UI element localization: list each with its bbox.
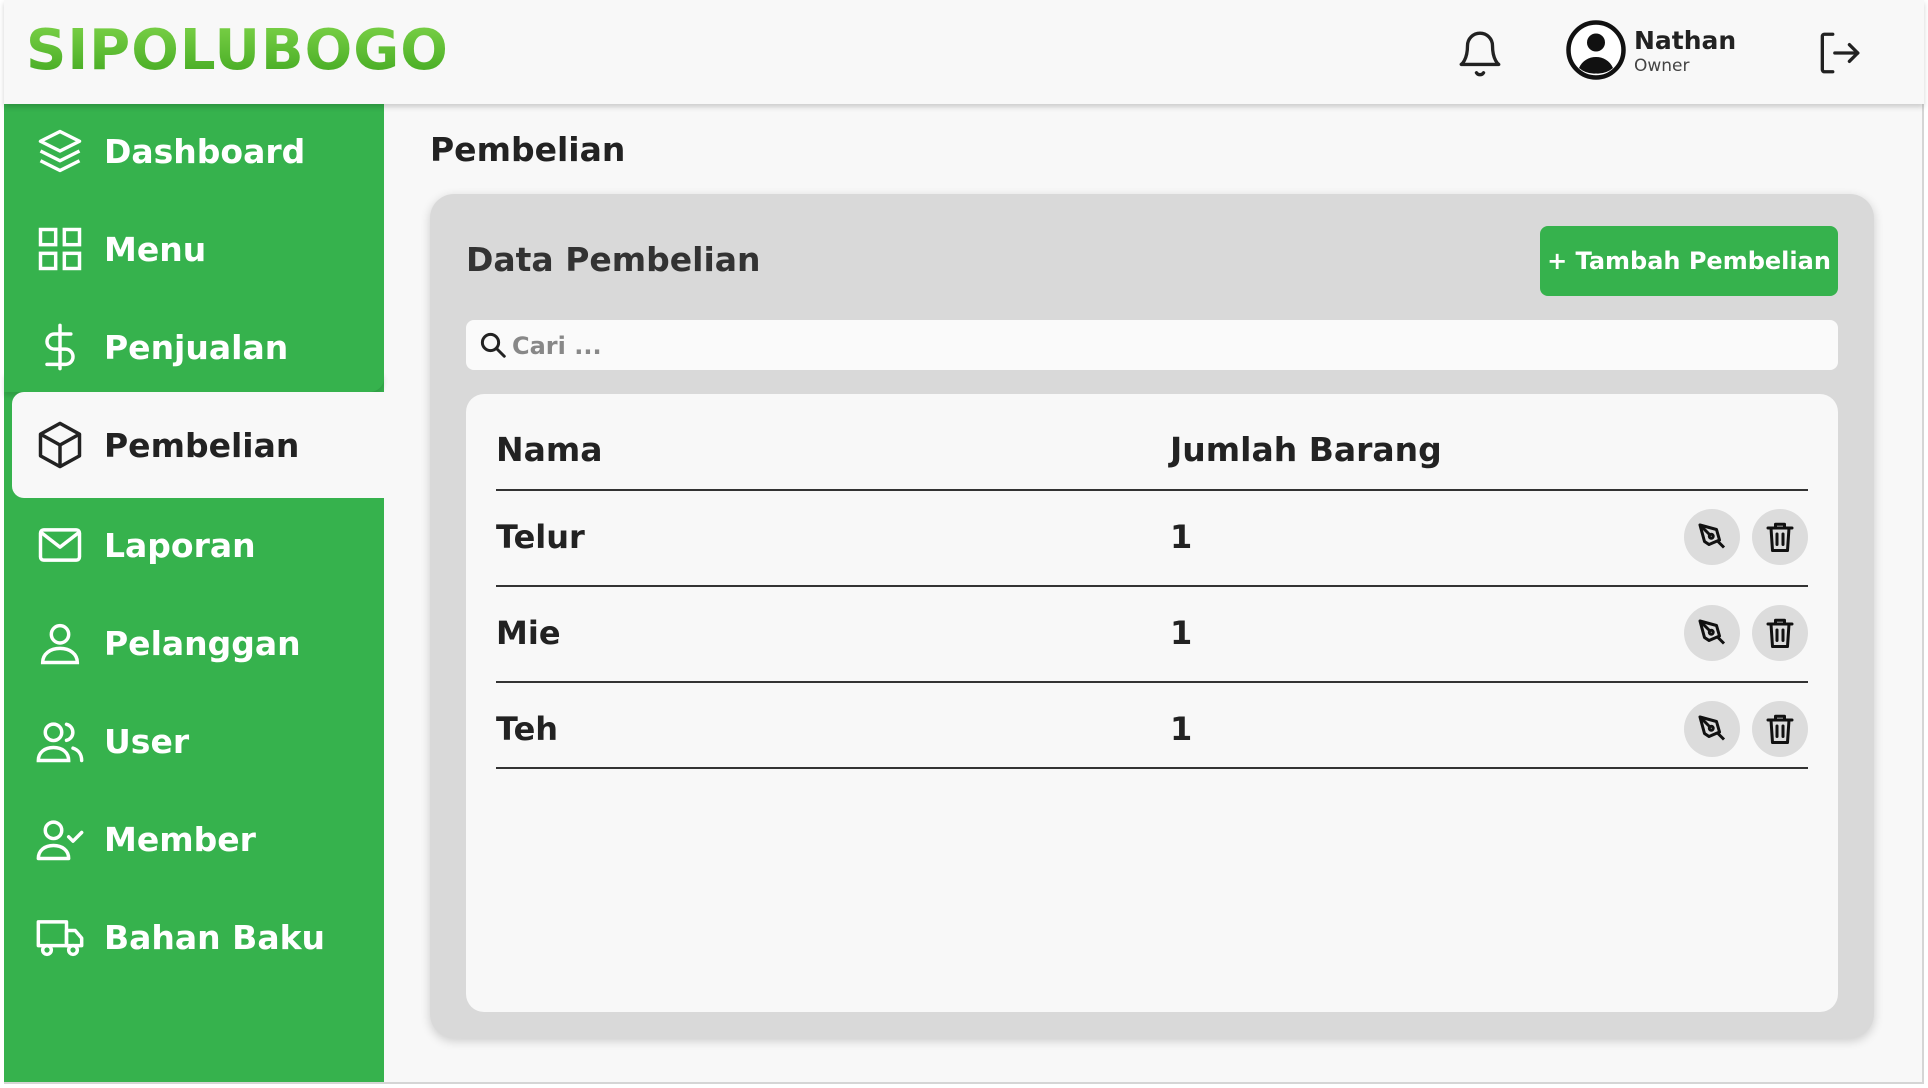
sidebar-item-user[interactable]: User xyxy=(0,692,380,790)
sidebar-item-menu[interactable]: Menu xyxy=(0,200,380,298)
column-header-nama: Nama xyxy=(496,430,603,469)
users-icon xyxy=(36,722,84,763)
pen-tool-icon xyxy=(1698,715,1726,741)
cell-jumlah: 1 xyxy=(1170,518,1193,556)
delete-button[interactable] xyxy=(1752,605,1808,661)
table-row: Mie 1 xyxy=(466,587,1838,679)
sidebar-item-pelanggan[interactable]: Pelanggan xyxy=(0,594,380,692)
edit-button[interactable] xyxy=(1684,509,1740,565)
sidebar-item-dashboard[interactable]: Dashboard xyxy=(0,102,380,200)
truck-icon xyxy=(36,920,84,957)
dollar-icon xyxy=(45,323,75,371)
table-row: Telur 1 xyxy=(466,491,1838,583)
table-row: Teh 1 xyxy=(466,683,1838,775)
purchase-table: Nama Jumlah Barang Telur 1 Mie 1 Teh 1 xyxy=(466,394,1838,1012)
mail-icon xyxy=(38,528,82,562)
sidebar-item-label: Bahan Baku xyxy=(104,917,326,957)
sidebar-item-label: Pelanggan xyxy=(104,623,301,663)
cell-nama: Mie xyxy=(496,614,561,652)
cell-jumlah: 1 xyxy=(1170,614,1193,652)
box-icon xyxy=(38,421,82,469)
sidebar-item-label: Pembelian xyxy=(104,425,300,465)
user-role: Owner xyxy=(1634,56,1690,76)
sidebar-item-label: Member xyxy=(104,819,256,859)
search-icon xyxy=(480,332,506,358)
sidebar-item-penjualan[interactable]: Penjualan xyxy=(0,298,380,396)
cell-nama: Telur xyxy=(496,518,585,556)
sidebar-item-member[interactable]: Member xyxy=(0,790,380,888)
cell-nama: Teh xyxy=(496,710,559,748)
sidebar-item-pembelian[interactable]: Pembelian xyxy=(12,392,384,498)
trash-icon xyxy=(1766,522,1794,552)
pen-tool-icon xyxy=(1698,619,1726,645)
data-card: Data Pembelian + Tambah Pembelian Nama J… xyxy=(430,194,1874,1038)
delete-button[interactable] xyxy=(1752,509,1808,565)
column-header-jumlah-barang: Jumlah Barang xyxy=(1170,430,1442,469)
sidebar-item-laporan[interactable]: Laporan xyxy=(0,496,380,594)
trash-icon xyxy=(1766,618,1794,648)
user-check-icon xyxy=(36,820,84,861)
cell-jumlah: 1 xyxy=(1170,710,1193,748)
search-bar xyxy=(466,320,1838,370)
delete-button[interactable] xyxy=(1752,701,1808,757)
sidebar-item-label: Menu xyxy=(104,229,207,269)
sidebar-item-bahan-baku[interactable]: Bahan Baku xyxy=(0,888,380,986)
row-divider xyxy=(496,767,1808,769)
bell-icon[interactable] xyxy=(1455,28,1505,80)
sidebar-item-label: Penjualan xyxy=(104,327,289,367)
trash-icon xyxy=(1766,714,1794,744)
grid-icon xyxy=(38,227,82,271)
sidebar-item-label: Dashboard xyxy=(104,131,306,171)
add-purchase-button[interactable]: + Tambah Pembelian xyxy=(1540,226,1838,296)
sidebar-item-label: User xyxy=(104,721,190,761)
user-icon xyxy=(40,623,80,665)
user-avatar-icon[interactable] xyxy=(1566,20,1626,80)
layers-icon xyxy=(38,129,82,173)
edit-button[interactable] xyxy=(1684,701,1740,757)
logout-icon[interactable] xyxy=(1814,28,1864,78)
pen-tool-icon xyxy=(1698,523,1726,549)
sidebar-item-label: Laporan xyxy=(104,525,256,565)
page-title: Pembelian xyxy=(430,130,626,169)
edit-button[interactable] xyxy=(1684,605,1740,661)
card-title: Data Pembelian xyxy=(466,240,761,279)
app-logo[interactable]: SIPOLUBOGO xyxy=(26,18,449,83)
user-name[interactable]: Nathan xyxy=(1634,26,1736,55)
search-input[interactable] xyxy=(510,326,1814,366)
top-header: SIPOLUBOGO Nathan Owner xyxy=(4,0,1924,104)
